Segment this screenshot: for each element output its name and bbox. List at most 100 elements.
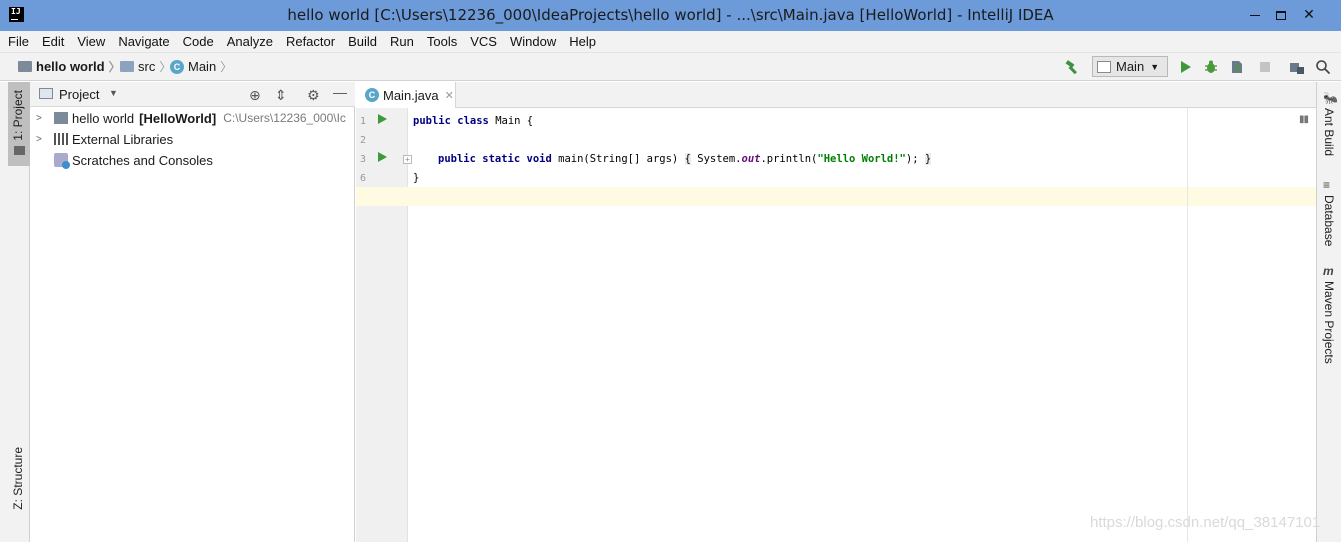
scratches-icon [54, 153, 70, 169]
library-icon [54, 133, 68, 145]
code-text: main(String[] args) [551, 153, 685, 165]
stop-button[interactable] [1257, 59, 1273, 75]
menu-refactor[interactable]: Refactor [286, 34, 335, 49]
search-icon [1316, 60, 1331, 75]
run-configuration-select[interactable]: Main ▼ [1092, 56, 1168, 77]
class-icon: C [365, 88, 379, 102]
chevron-down-icon[interactable]: ▼ [109, 88, 118, 98]
breadcrumb-project[interactable]: hello world 〉 [18, 58, 121, 75]
maven-icon: m [1323, 264, 1334, 278]
chevron-right-icon: 〉 [108, 60, 121, 74]
breadcrumb-src[interactable]: src 〉 [120, 58, 171, 75]
code-text: System. [690, 153, 742, 165]
run-class-gutter-icon[interactable] [378, 114, 387, 124]
breadcrumb-main[interactable]: C Main 〉 [170, 58, 232, 75]
menu-tools[interactable]: Tools [427, 34, 457, 49]
run-with-coverage-button[interactable] [1229, 59, 1245, 75]
ant-build-tab[interactable]: Ant Build [1322, 108, 1336, 156]
chevron-right-icon[interactable]: > [36, 134, 46, 145]
menu-build[interactable]: Build [348, 34, 377, 49]
gear-icon[interactable]: ⚙ [307, 87, 320, 104]
close-window-button[interactable]: ✕ [1294, 0, 1324, 31]
menu-code[interactable]: Code [183, 34, 214, 49]
tree-item-scratches[interactable]: Scratches and Consoles [30, 150, 213, 170]
line-number: 6 [360, 173, 367, 184]
project-panel-title[interactable]: Project [59, 87, 99, 102]
code-text: } [413, 172, 420, 184]
database-icon: ≡ [1323, 178, 1331, 192]
close-tab-icon[interactable]: ✕ [445, 89, 454, 102]
collapse-all-icon[interactable]: ⇕ [275, 87, 287, 104]
keyword: public [438, 153, 476, 165]
coverage-icon [1232, 61, 1242, 73]
line-number: 1 [360, 116, 367, 127]
maximize-button[interactable] [1266, 0, 1296, 31]
search-everywhere-button[interactable] [1315, 59, 1331, 75]
inspection-status-icon[interactable]: ▮▮ [1299, 114, 1309, 125]
editor-tab-label: Main.java [383, 87, 439, 103]
class-icon: C [170, 59, 184, 74]
tree-item-external-libraries-label: External Libraries [72, 131, 174, 147]
debug-button[interactable] [1203, 59, 1219, 75]
line-number: 3 [360, 154, 367, 165]
hide-panel-icon[interactable]: — [333, 84, 347, 100]
tree-item-project[interactable]: > hello world [HelloWorld] C:\Users\1223… [30, 108, 346, 128]
breadcrumb-main-label: Main [188, 59, 217, 74]
project-structure-button[interactable] [1289, 59, 1305, 75]
keyword: static [482, 153, 521, 165]
menu-analyze[interactable]: Analyze [227, 34, 273, 49]
menu-edit[interactable]: Edit [42, 34, 64, 49]
breadcrumb-src-label: src [138, 59, 156, 74]
build-hammer-button[interactable] [1064, 59, 1080, 75]
run-method-gutter-icon[interactable] [378, 152, 387, 162]
menu-run[interactable]: Run [390, 34, 414, 49]
run-config-icon [1097, 60, 1111, 73]
code-text-area[interactable]: ▮▮ public class Main { public static voi… [356, 108, 1316, 542]
menu-navigate[interactable]: Navigate [118, 34, 169, 49]
menu-bar: File Edit View Navigate Code Analyze Ref… [0, 31, 1341, 52]
code-text: ); [905, 153, 925, 165]
tree-item-external-libraries[interactable]: > External Libraries [30, 129, 173, 149]
code-line-6: } [413, 172, 419, 184]
project-tool-tab-label: 1: Project [11, 90, 25, 141]
menu-view[interactable]: View [77, 34, 105, 49]
locate-file-icon[interactable]: ⊕ [249, 87, 261, 104]
structure-tool-tab[interactable]: Z: Structure [8, 447, 30, 527]
minimize-icon [1250, 14, 1260, 16]
menu-help[interactable]: Help [569, 34, 596, 49]
editor-tab-main-java[interactable]: C Main.java ✕ [356, 82, 456, 108]
close-icon: ✕ [1303, 6, 1315, 22]
code-editor: C Main.java ✕ 1 2 3 + 6 7 ▮▮ public clas… [356, 82, 1316, 542]
string-literal: "Hello World!" [817, 153, 906, 165]
watermark: https://blog.csdn.net/qq_38147101 [1090, 514, 1321, 531]
chevron-right-icon[interactable]: > [36, 113, 46, 124]
right-margin-guide [1187, 108, 1188, 542]
keyword: void [526, 153, 552, 165]
tree-item-project-name: hello world [72, 110, 135, 126]
run-config-label: Main [1116, 59, 1145, 74]
folded-brace[interactable]: } [924, 153, 932, 165]
editor-tab-bar: C Main.java ✕ [356, 82, 1316, 108]
hammer-icon [1065, 60, 1077, 75]
maven-projects-tab[interactable]: Maven Projects [1322, 281, 1336, 364]
maximize-icon [1276, 10, 1286, 20]
code-text: Main { [488, 115, 534, 127]
stop-icon [1260, 62, 1270, 72]
project-tool-tab[interactable]: 1: Project [8, 82, 30, 166]
bug-icon [1205, 60, 1217, 73]
code-text: .println( [760, 153, 818, 165]
tree-item-project-path: C:\Users\12236_000\Ic [223, 111, 346, 125]
project-folder-icon [18, 61, 32, 72]
menu-file[interactable]: File [8, 34, 29, 49]
title-bar: IJ hello world [C:\Users\12236_000\IdeaP… [0, 0, 1341, 31]
database-tab[interactable]: Database [1322, 195, 1336, 246]
menu-vcs[interactable]: VCS [470, 34, 497, 49]
navigation-bar: hello world 〉 src 〉 C Main 〉 Main ▼ [0, 52, 1341, 81]
run-button[interactable] [1181, 61, 1197, 77]
keyword: public [413, 115, 451, 127]
code-line-3: public static void main(String[] args) {… [438, 153, 932, 165]
menu-window[interactable]: Window [510, 34, 556, 49]
module-folder-icon [54, 112, 68, 124]
project-view-icon [39, 88, 53, 99]
structure-tool-tab-label: Z: Structure [11, 447, 25, 510]
